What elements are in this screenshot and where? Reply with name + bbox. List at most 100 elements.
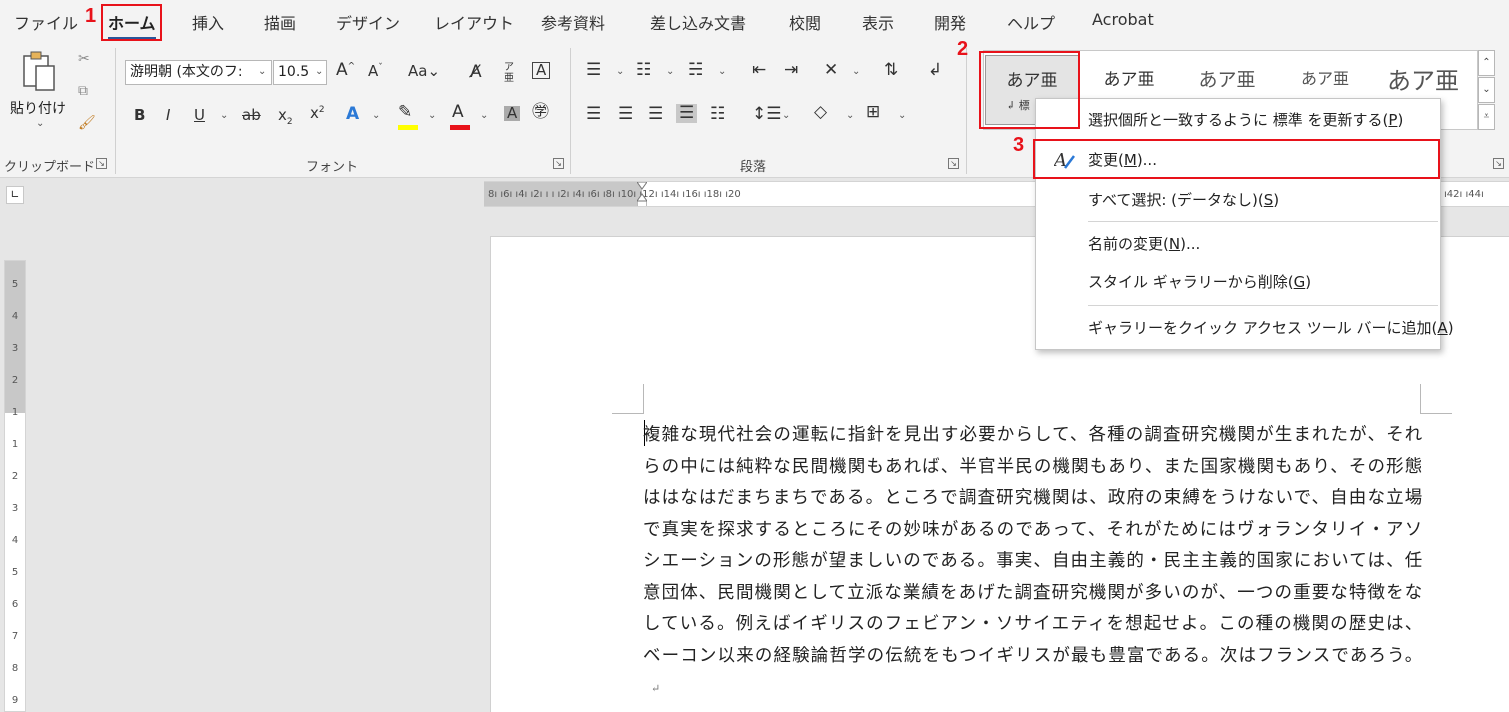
- enclosed-character-icon[interactable]: ㊫: [532, 104, 549, 121]
- step-2-label: 2: [957, 38, 969, 60]
- menu-item-remove-from-gallery[interactable]: スタイル ギャラリーから削除(G): [1036, 263, 1440, 301]
- bullets-dropdown-icon[interactable]: ⌄: [616, 66, 624, 77]
- format-painter-icon[interactable]: 🖌: [78, 116, 96, 130]
- font-size-value: 10.5: [278, 64, 310, 80]
- asian-layout-icon[interactable]: ✕: [824, 62, 838, 79]
- group-divider: [570, 48, 571, 174]
- change-case-icon[interactable]: Aa⌄: [408, 64, 440, 79]
- font-color-dropdown-icon[interactable]: ⌄: [480, 110, 488, 121]
- phonetic-guide-icon[interactable]: ア亜: [504, 62, 514, 84]
- line-spacing-dropdown-icon[interactable]: ⌄: [782, 110, 790, 121]
- paragraph-launcher-icon[interactable]: ↘: [948, 158, 959, 169]
- text-effects-icon[interactable]: A: [346, 106, 359, 123]
- shrink-font-icon[interactable]: Aˇ: [368, 64, 383, 79]
- tab-view[interactable]: 表示: [862, 10, 894, 34]
- line-spacing-icon[interactable]: ↕☰: [752, 106, 781, 123]
- document-body-text[interactable]: 複雑な現代社会の運転に指針を見出す必要からして、各種の調査研究機関が生まれたが、…: [643, 420, 1423, 705]
- tab-file[interactable]: ファイル: [14, 10, 78, 34]
- menu-item-update-to-match[interactable]: 選択個所と一致するように 標準 を更新する(P): [1036, 101, 1440, 139]
- tab-mailings[interactable]: 差し込み文書: [650, 10, 746, 34]
- underline-dropdown-icon[interactable]: ⌄: [220, 110, 228, 121]
- borders-dropdown-icon[interactable]: ⌄: [898, 110, 906, 121]
- tab-references[interactable]: 参考資料: [541, 10, 605, 34]
- align-left-icon[interactable]: ☰: [586, 106, 601, 123]
- menu-item-label: スタイル ギャラリーから削除(: [1088, 273, 1294, 291]
- ruler-tick-label: 5: [11, 567, 19, 578]
- tab-developer[interactable]: 開発: [934, 10, 966, 34]
- shading-icon[interactable]: ◇: [814, 104, 827, 121]
- step-3-label: 3: [1013, 134, 1025, 156]
- paste-dropdown-icon[interactable]: ⌄: [36, 118, 44, 129]
- multilevel-list-dropdown-icon[interactable]: ⌄: [718, 66, 726, 77]
- gallery-scroll-up-icon[interactable]: ⌃: [1478, 50, 1495, 76]
- clear-formatting-icon[interactable]: A̸: [470, 64, 482, 81]
- ruler-tick-label: 9: [11, 695, 19, 706]
- paste-button[interactable]: [20, 50, 60, 94]
- italic-icon[interactable]: I: [166, 108, 170, 123]
- ruler-tick-label: 1: [11, 407, 19, 418]
- styles-launcher-icon[interactable]: ↘: [1493, 158, 1504, 169]
- increase-indent-icon[interactable]: ⇥: [784, 62, 798, 79]
- menu-item-label: ギャラリーをクイック アクセス ツール バーに追加(: [1088, 319, 1438, 337]
- menu-item-add-to-qat[interactable]: ギャラリーをクイック アクセス ツール バーに追加(A): [1036, 309, 1454, 347]
- clipboard-launcher-icon[interactable]: ↘: [96, 158, 107, 169]
- ruler-ticks-right: ı42ı ı44ı: [1444, 189, 1484, 200]
- tab-review[interactable]: 校閲: [789, 10, 821, 34]
- paste-icon: [23, 51, 55, 91]
- tab-acrobat[interactable]: Acrobat: [1092, 10, 1154, 29]
- style-preview: あア亜: [1103, 70, 1155, 90]
- font-size-dropdown-icon[interactable]: ⌄: [315, 66, 323, 77]
- paste-label[interactable]: 貼り付け: [10, 98, 66, 118]
- numbering-icon[interactable]: ☷: [636, 62, 651, 79]
- copy-icon[interactable]: ⧉: [78, 84, 88, 98]
- ruler-tick-label: 8: [11, 663, 19, 674]
- font-launcher-icon[interactable]: ↘: [553, 158, 564, 169]
- shading-dropdown-icon[interactable]: ⌄: [846, 110, 854, 121]
- bullets-icon[interactable]: ☰: [586, 62, 601, 79]
- gallery-more-icon[interactable]: ⩡: [1478, 104, 1495, 130]
- borders-icon[interactable]: ⊞: [866, 104, 880, 121]
- underline-icon[interactable]: U: [194, 108, 205, 123]
- character-shading-icon[interactable]: A: [504, 106, 521, 121]
- highlight-icon[interactable]: ✎: [398, 104, 412, 121]
- menu-item-end: ): [1397, 111, 1404, 129]
- font-color-icon[interactable]: A: [452, 104, 464, 121]
- menu-item-end: ): [1273, 191, 1280, 209]
- ruler-tick-label: 2: [11, 375, 19, 386]
- show-formatting-icon[interactable]: ↲: [928, 62, 942, 79]
- menu-item-rename[interactable]: 名前の変更(N)...: [1036, 225, 1440, 263]
- cut-icon[interactable]: ✂: [78, 52, 90, 66]
- tab-help[interactable]: ヘルプ: [1007, 10, 1055, 34]
- tab-insert[interactable]: 挿入: [192, 10, 224, 34]
- strikethrough-icon[interactable]: ab: [242, 108, 261, 123]
- character-border-icon[interactable]: A: [532, 62, 551, 79]
- align-center-icon[interactable]: ☰: [618, 106, 633, 123]
- menu-item-select-all[interactable]: すべて選択: (データなし)(S): [1036, 181, 1440, 219]
- tab-design[interactable]: デザイン: [336, 10, 400, 34]
- align-right-icon[interactable]: ☰: [648, 106, 663, 123]
- superscript-icon[interactable]: x2: [310, 106, 325, 121]
- vertical-ruler[interactable]: 5 4 3 2 1 1 2 3 4 5 6 7 8 9: [4, 260, 26, 712]
- tab-selector-icon[interactable]: ∟: [6, 186, 24, 204]
- bold-icon[interactable]: B: [134, 108, 145, 123]
- ruler-tick-label: 5: [11, 279, 19, 290]
- font-name-combo[interactable]: 游明朝 (本文のフ:: [125, 60, 272, 85]
- subscript-icon[interactable]: x2: [278, 108, 293, 127]
- font-group-label: フォント: [306, 160, 359, 175]
- group-divider: [966, 48, 967, 174]
- tab-layout[interactable]: レイアウト: [434, 10, 514, 34]
- distributed-icon[interactable]: ☷: [710, 106, 725, 123]
- indent-marker-icon[interactable]: [636, 182, 648, 206]
- grow-font-icon[interactable]: A^: [336, 62, 355, 79]
- multilevel-list-icon[interactable]: ☵: [688, 62, 703, 79]
- highlight-dropdown-icon[interactable]: ⌄: [428, 110, 436, 121]
- justify-icon[interactable]: ☰: [676, 104, 698, 123]
- sort-icon[interactable]: ⇅: [884, 62, 898, 79]
- asian-layout-dropdown-icon[interactable]: ⌄: [852, 66, 860, 77]
- text-effects-dropdown-icon[interactable]: ⌄: [372, 110, 380, 121]
- tab-draw[interactable]: 描画: [264, 10, 296, 34]
- font-name-dropdown-icon[interactable]: ⌄: [258, 66, 266, 77]
- numbering-dropdown-icon[interactable]: ⌄: [666, 66, 674, 77]
- gallery-scroll-down-icon[interactable]: ⌄: [1478, 77, 1495, 103]
- decrease-indent-icon[interactable]: ⇤: [752, 62, 766, 79]
